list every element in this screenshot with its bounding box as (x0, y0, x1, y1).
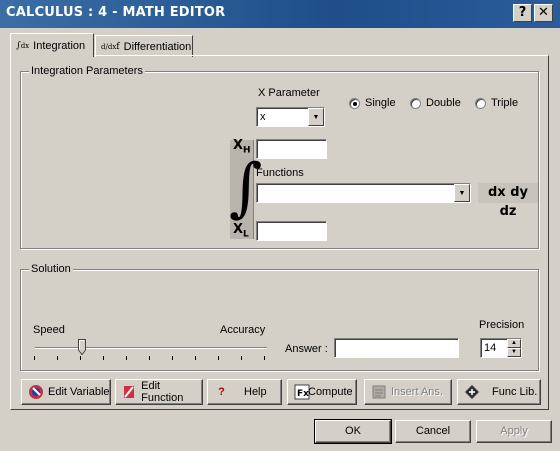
integral-dx-icon: ∫dx (16, 40, 30, 51)
tab-differentiation-label: Differentiation (123, 40, 192, 53)
radio-triple-dot[interactable] (475, 97, 486, 109)
edit-variable-button[interactable]: Edit Variable (21, 379, 111, 405)
radio-double-dot[interactable] (410, 97, 421, 109)
slider-tick (241, 356, 242, 360)
slider-tick (80, 356, 81, 360)
slider-tick (126, 356, 127, 360)
window-title: CALCULUS : 4 - MATH EDITOR (6, 5, 226, 20)
edit-variable-icon (27, 384, 44, 401)
insert-answer-label: Insert Ans. (391, 386, 443, 398)
slider-tick (195, 356, 196, 360)
precision-label: Precision (479, 319, 525, 331)
ok-button[interactable]: OK (314, 419, 392, 444)
slider-tick (172, 356, 173, 360)
compute-label: Compute (308, 386, 353, 398)
function-library-button[interactable]: Func Lib. (457, 379, 541, 405)
title-bar: CALCULUS : 4 - MATH EDITOR ? ✕ (0, 0, 560, 28)
x-parameter-select[interactable]: x ▼ (256, 107, 325, 127)
precision-stepper[interactable]: 14 ▲ ▼ (480, 338, 522, 358)
cancel-button[interactable]: Cancel (395, 420, 471, 443)
speed-accuracy-slider-thumb[interactable] (78, 339, 86, 355)
upper-limit-input[interactable] (256, 139, 327, 159)
lower-limit-symbol: XL (233, 222, 249, 240)
radio-triple-label: Triple (491, 97, 519, 109)
answer-field[interactable] (334, 338, 459, 358)
radio-single-label: Single (365, 97, 396, 109)
precision-value[interactable]: 14 (481, 339, 507, 357)
slider-tick (264, 356, 265, 360)
speed-label: Speed (33, 324, 65, 336)
function-library-icon (463, 384, 480, 401)
chevron-down-icon[interactable]: ▼ (308, 108, 324, 126)
help-title-button[interactable]: ? (513, 4, 532, 22)
slider-tick (34, 356, 35, 360)
radio-double-label: Double (426, 97, 461, 109)
help-label: Help (244, 386, 267, 398)
edit-function-icon (121, 384, 137, 401)
edit-function-button[interactable]: Edit Function (115, 379, 203, 405)
solution-group: Solution (20, 263, 539, 371)
radio-double[interactable]: Double (410, 97, 461, 109)
help-icon: ? (218, 386, 225, 398)
accuracy-label: Accuracy (220, 324, 266, 336)
x-parameter-label: X Parameter (258, 87, 320, 99)
functions-value (257, 184, 454, 202)
tab-integration-label: Integration (33, 39, 86, 52)
apply-button[interactable]: Apply (476, 420, 552, 443)
chevron-down-icon[interactable]: ▼ (454, 184, 470, 202)
differentials-label: dx dy dz (478, 183, 538, 219)
slider-tick (149, 356, 150, 360)
function-library-label: Func Lib. (492, 386, 538, 398)
speed-accuracy-slider-track[interactable] (35, 347, 267, 349)
radio-single[interactable]: Single (349, 97, 396, 109)
slider-tick (218, 356, 219, 360)
radio-triple[interactable]: Triple (475, 97, 518, 109)
insert-answer-icon (370, 384, 387, 401)
solution-label: Solution (29, 263, 73, 275)
integration-parameters-label: Integration Parameters (29, 65, 145, 77)
close-button[interactable]: ✕ (534, 4, 553, 22)
answer-label: Answer : (285, 343, 328, 355)
functions-select[interactable]: ▼ (256, 183, 471, 203)
radio-single-dot[interactable] (349, 97, 360, 109)
lower-limit-input[interactable] (256, 221, 327, 241)
help-button[interactable]: ? Help (207, 379, 282, 405)
tab-differentiation[interactable]: d/dxf Differentiation (95, 35, 193, 57)
upper-limit-symbol: XH (233, 138, 251, 156)
slider-tick (103, 356, 104, 360)
edit-variable-label: Edit Variable (48, 386, 110, 398)
edit-function-label: Edit Function (141, 380, 184, 404)
functions-label: Functions (256, 167, 304, 179)
tab-integration[interactable]: ∫dx Integration (10, 33, 94, 57)
x-parameter-value: x (260, 111, 266, 123)
derivative-icon: d/dxf (101, 41, 120, 52)
stepper-up-icon[interactable]: ▲ (507, 339, 521, 348)
insert-answer-button[interactable]: Insert Ans. (364, 379, 452, 405)
compute-button[interactable]: Fx Compute (287, 379, 357, 405)
svg-text:Fx: Fx (297, 389, 309, 399)
slider-tick (57, 356, 58, 360)
stepper-down-icon[interactable]: ▼ (507, 348, 521, 357)
